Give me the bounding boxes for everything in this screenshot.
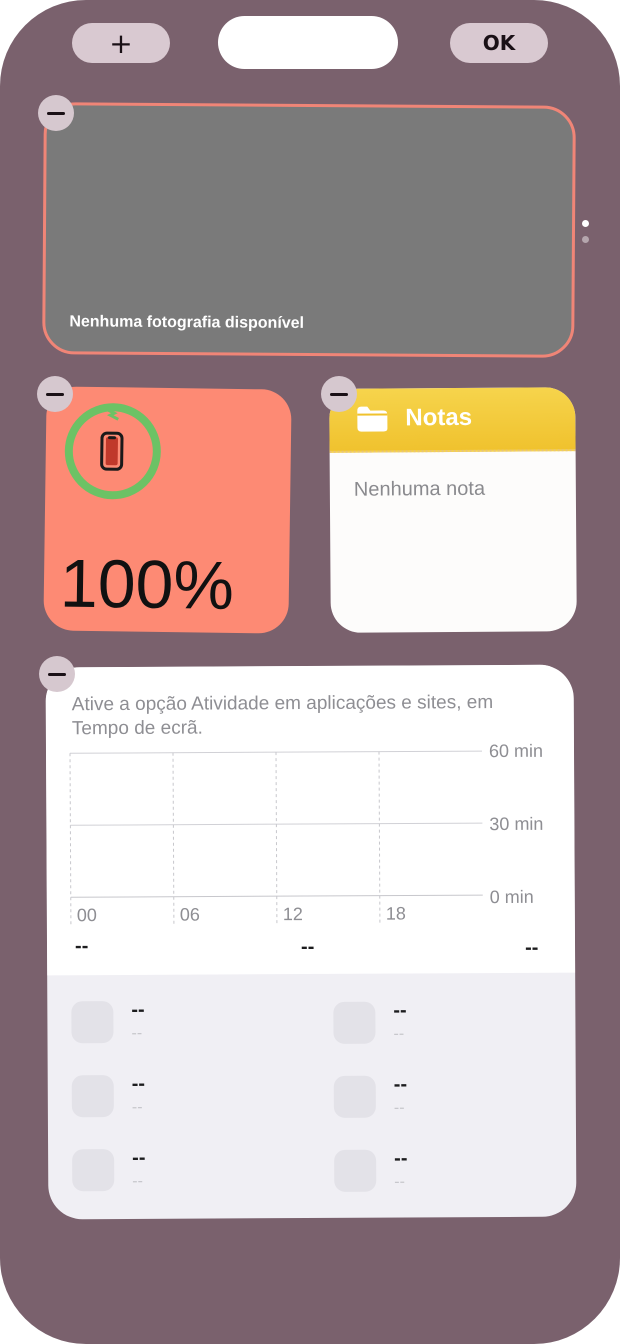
page-dot-active[interactable] xyxy=(582,220,589,227)
summary-value: -- xyxy=(300,935,315,959)
app-time: -- xyxy=(131,1024,143,1042)
iphone-icon xyxy=(100,431,124,471)
battery-ring xyxy=(64,403,161,500)
done-button[interactable]: OK xyxy=(450,23,548,63)
y-tick-0: 0 min xyxy=(489,886,534,908)
remove-notes-widget-button[interactable] xyxy=(321,376,357,412)
remove-screen-time-widget-button[interactable] xyxy=(39,656,75,692)
app-time: -- xyxy=(393,1099,405,1117)
grid-vline-00 xyxy=(69,753,72,926)
no-photos-label: Nenhuma fotografia disponível xyxy=(69,313,305,332)
app-usage-item: -- -- xyxy=(71,998,291,1045)
app-time: -- xyxy=(132,1172,143,1190)
screen-time-message: Ative a opção Atividade em aplicações e … xyxy=(71,692,494,740)
screen-time-widget[interactable]: Ative a opção Atividade em aplicações e … xyxy=(45,664,577,1220)
app-time: -- xyxy=(394,1173,405,1191)
battery-widget[interactable]: 100% xyxy=(43,386,292,634)
app-name: -- xyxy=(132,1146,146,1169)
screen-time-summary: Ative a opção Atividade em aplicações e … xyxy=(45,664,576,976)
app-icon-placeholder xyxy=(72,1149,115,1192)
dynamic-island xyxy=(218,16,398,69)
app-icon-placeholder xyxy=(333,1075,376,1118)
app-usage-item: -- -- xyxy=(71,1072,292,1119)
x-tick-06: 06 xyxy=(179,904,200,925)
notes-title: Notas xyxy=(405,403,473,432)
battery-percentage: 100% xyxy=(59,545,235,624)
plus-icon: + xyxy=(109,26,133,60)
notes-widget[interactable]: Notas Nenhuma nota xyxy=(329,387,577,633)
app-icon-placeholder xyxy=(71,1001,114,1044)
app-name: -- xyxy=(394,1147,408,1170)
app-icon-placeholder xyxy=(71,1075,114,1118)
grid-vline-06 xyxy=(172,752,175,925)
photos-widget[interactable]: Nenhuma fotografia disponível xyxy=(42,102,576,358)
summary-value: -- xyxy=(524,936,539,959)
app-time: -- xyxy=(393,1025,405,1043)
grid-vline-12 xyxy=(275,752,278,925)
x-tick-18: 18 xyxy=(385,903,406,924)
app-name: -- xyxy=(131,1072,146,1095)
notes-header: Notas xyxy=(329,387,576,453)
app-usage-item: -- -- xyxy=(333,999,553,1046)
x-tick-00: 00 xyxy=(76,905,97,926)
page-dot[interactable] xyxy=(582,236,589,243)
add-widget-button[interactable]: + xyxy=(72,23,170,63)
grid-vline-18 xyxy=(378,751,381,924)
app-usage-item: -- -- xyxy=(334,1147,554,1194)
no-notes-label: Nenhuma nota xyxy=(353,477,486,501)
x-tick-12: 12 xyxy=(282,904,303,925)
app-icon-placeholder xyxy=(333,1001,376,1044)
app-name: -- xyxy=(393,999,407,1022)
app-name: -- xyxy=(393,1073,408,1096)
app-icon-placeholder xyxy=(334,1149,377,1192)
y-tick-30: 30 min xyxy=(489,813,544,835)
folder-icon xyxy=(357,406,388,432)
home-screen-edit: + OK Nenhuma fotografia disponível 100% xyxy=(0,0,620,1344)
y-tick-60: 60 min xyxy=(488,740,544,762)
app-usage-item: -- -- xyxy=(72,1146,292,1193)
summary-value: -- xyxy=(74,935,89,958)
app-usage-item: -- -- xyxy=(333,1073,554,1120)
remove-battery-widget-button[interactable] xyxy=(37,376,73,412)
remove-photos-widget-button[interactable] xyxy=(38,95,74,131)
app-name: -- xyxy=(131,998,145,1021)
app-time: -- xyxy=(131,1098,143,1116)
